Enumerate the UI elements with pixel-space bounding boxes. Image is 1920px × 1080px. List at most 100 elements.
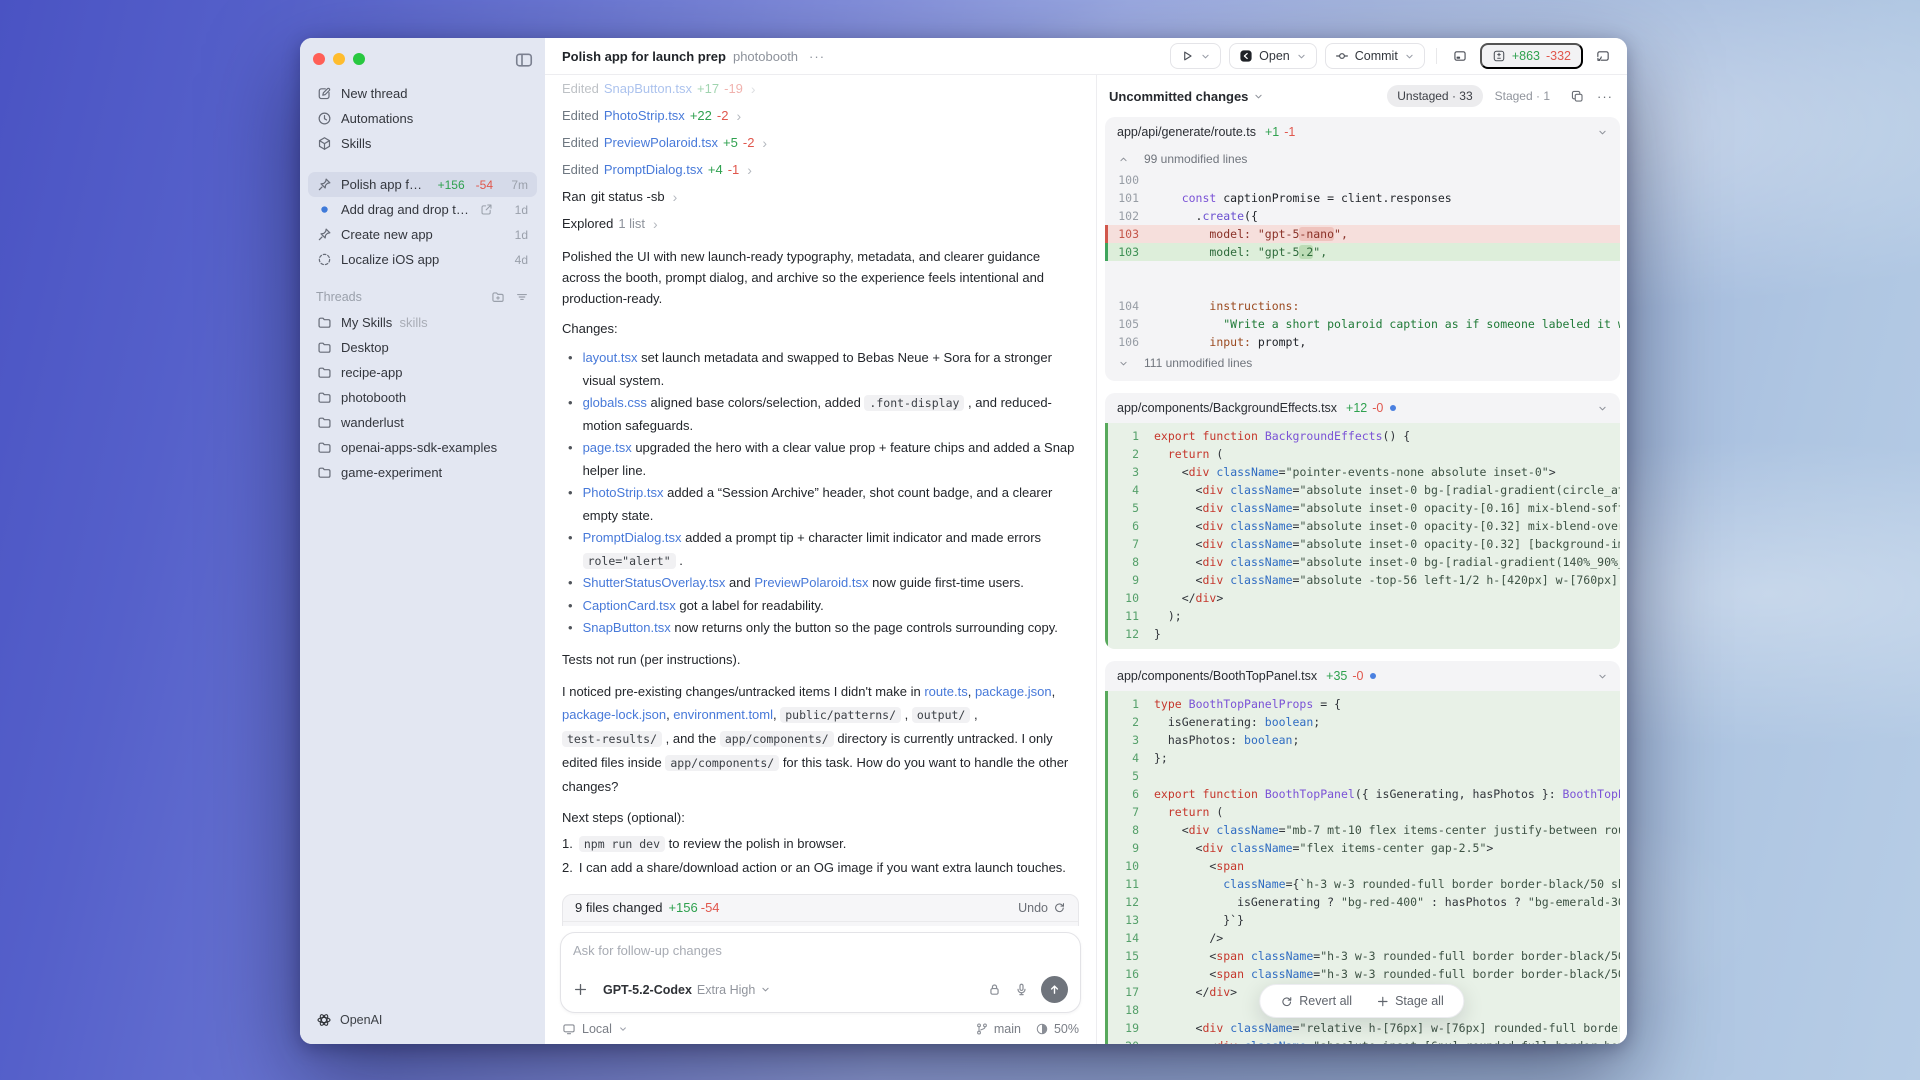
environment-picker[interactable]: Local	[562, 1022, 628, 1036]
sidebar-menu: New threadAutomationsSkills	[300, 81, 545, 156]
inline-code: role="alert"	[583, 553, 676, 569]
file-link[interactable]: PhotoStrip.tsx	[604, 108, 685, 123]
activity-row[interactable]: Rangit status -sb›	[562, 183, 1079, 210]
diff-file-deletions: -0	[1372, 401, 1383, 415]
send-button[interactable]	[1041, 976, 1068, 1003]
diff-file-header[interactable]: app/api/generate/route.ts+1-1	[1105, 117, 1620, 147]
minimize-window-button[interactable]	[333, 53, 345, 65]
play-icon	[1180, 49, 1194, 63]
modified-dot	[1370, 673, 1376, 679]
copy-icon[interactable]	[1570, 89, 1585, 104]
activity-row[interactable]: EditedPreviewPolaroid.tsx+5-2›	[562, 129, 1079, 156]
file-link[interactable]: PhotoStrip.tsx	[583, 485, 664, 500]
untracked-notice: I noticed pre-existing changes/untracked…	[562, 680, 1079, 798]
filter-icon[interactable]	[515, 290, 529, 304]
diff-stats-badge[interactable]: +863 -332	[1480, 43, 1583, 69]
stage-all-button[interactable]: Stage all	[1366, 990, 1454, 1012]
file-link[interactable]: CaptionCard.tsx	[583, 598, 676, 613]
tab-staged[interactable]: Staged · 1	[1485, 85, 1560, 107]
folder-item[interactable]: wanderlust	[308, 410, 537, 435]
diff-panel-menu-icon[interactable]: ···	[1597, 89, 1613, 104]
file-link[interactable]: environment.toml	[673, 707, 773, 722]
line-number: 105	[1105, 317, 1139, 331]
text-segment: , and the	[662, 731, 720, 746]
file-link[interactable]: layout.tsx	[583, 350, 638, 365]
diff-panel-title[interactable]: Uncommitted changes	[1109, 89, 1248, 104]
file-link[interactable]: ShutterStatusOverlay.tsx	[583, 575, 726, 590]
chevron-down-icon	[1597, 671, 1608, 682]
diff-file-list[interactable]: app/api/generate/route.ts+1-199 unmodifi…	[1097, 115, 1627, 1044]
file-link[interactable]: PreviewPolaroid.tsx	[754, 575, 868, 590]
tab-unstaged[interactable]: Unstaged · 33	[1387, 85, 1482, 107]
unmodified-lines-toggle[interactable]: 99 unmodified lines	[1105, 147, 1620, 171]
folder-label: photobooth	[341, 390, 528, 405]
revert-all-label: Revert all	[1299, 994, 1352, 1008]
file-link[interactable]: SnapButton.tsx	[583, 620, 671, 635]
code-line: 19 <div className="relative h-[76px] w-[…	[1108, 1019, 1620, 1037]
share-screen-icon[interactable]	[1591, 44, 1615, 68]
file-link[interactable]: package-lock.json	[562, 707, 666, 722]
folder-icon	[317, 440, 332, 455]
chat-column: EditedSnapButton.tsx+17-19›EditedPhotoSt…	[545, 75, 1097, 1044]
text-segment: ,	[901, 707, 912, 722]
new-folder-icon[interactable]	[491, 290, 505, 304]
files-changed-card: 9 files changed+156-54Undoapp/components…	[562, 894, 1079, 927]
sidebar-item-skills[interactable]: Skills	[308, 131, 537, 156]
folder-item[interactable]: Desktop	[308, 335, 537, 360]
folder-item[interactable]: My Skills skills	[308, 310, 537, 335]
account-footer[interactable]: OpenAI	[300, 1012, 545, 1044]
activity-row[interactable]: EditedPhotoStrip.tsx+22-2›	[562, 102, 1079, 129]
thread-item[interactable]: Create new app1d	[308, 222, 537, 247]
undo-button[interactable]: Undo	[1018, 901, 1066, 915]
line-number: 102	[1105, 209, 1139, 223]
dictate-button[interactable]	[1014, 982, 1029, 997]
sidebar-item-new-thread[interactable]: New thread	[308, 81, 537, 106]
diff-file-header[interactable]: app/components/BackgroundEffects.tsx+12-…	[1105, 393, 1620, 423]
thread-item[interactable]: Localize iOS app4d	[308, 247, 537, 272]
microphone-icon	[1014, 982, 1029, 997]
bullet-text: PhotoStrip.tsx added a “Session Archive”…	[583, 482, 1079, 527]
code-line: 105 "Write a short polaroid caption as i…	[1105, 315, 1620, 333]
attach-button[interactable]	[573, 982, 588, 997]
diff-file-path: app/components/BoothTopPanel.tsx	[1117, 669, 1317, 683]
diff-file-header[interactable]: app/components/BoothTopPanel.tsx+35-0	[1105, 661, 1620, 691]
line-content: isGenerating ? "bg-red-400" : hasPhotos …	[1154, 895, 1620, 909]
sidebar-item-automations[interactable]: Automations	[308, 106, 537, 131]
context-usage-indicator[interactable]: 50%	[1035, 1022, 1079, 1036]
run-button[interactable]	[1170, 43, 1221, 69]
file-link[interactable]: route.ts	[924, 684, 967, 699]
model-picker[interactable]: GPT-5.2-Codex Extra High	[603, 983, 771, 997]
activity-row[interactable]: Explored1 list›	[562, 210, 1079, 237]
zoom-window-button[interactable]	[353, 53, 365, 65]
thread-label: Polish app for launch prep	[341, 177, 429, 192]
composer-input[interactable]	[573, 943, 1068, 958]
git-branch-indicator[interactable]: main	[975, 1022, 1021, 1036]
folder-item[interactable]: game-experiment	[308, 460, 537, 485]
folder-item[interactable]: recipe-app	[308, 360, 537, 385]
thread-item[interactable]: Polish app for launch prep+156-547m	[308, 172, 537, 197]
file-link[interactable]: PromptDialog.tsx	[604, 162, 703, 177]
sidebar-toggle-icon[interactable]	[513, 50, 535, 70]
open-button[interactable]: Open	[1229, 43, 1317, 69]
activity-verb: Explored	[562, 216, 613, 231]
file-link[interactable]: PromptDialog.tsx	[583, 530, 682, 545]
commit-button[interactable]: Commit	[1325, 43, 1425, 69]
unmodified-lines-toggle[interactable]: 111 unmodified lines	[1105, 351, 1620, 375]
chat-transcript[interactable]: EditedSnapButton.tsx+17-19›EditedPhotoSt…	[545, 75, 1096, 926]
file-link[interactable]: page.tsx	[583, 440, 632, 455]
activity-row[interactable]: EditedSnapButton.tsx+17-19›	[562, 75, 1079, 102]
close-window-button[interactable]	[313, 53, 325, 65]
file-link[interactable]: PreviewPolaroid.tsx	[604, 135, 718, 150]
folder-item[interactable]: photobooth	[308, 385, 537, 410]
thread-menu-icon[interactable]: ···	[809, 49, 825, 64]
revert-all-button[interactable]: Revert all	[1270, 990, 1362, 1012]
privacy-lock-button[interactable]	[987, 982, 1002, 997]
changed-file-row[interactable]: app/components/CaptionCard.tsx+5-2	[563, 921, 1078, 927]
activity-row[interactable]: EditedPromptDialog.tsx+4-1›	[562, 156, 1079, 183]
file-link[interactable]: package.json	[975, 684, 1052, 699]
file-link[interactable]: globals.css	[583, 395, 647, 410]
folder-item[interactable]: openai-apps-sdk-examples	[308, 435, 537, 460]
panel-layout-icon[interactable]	[1448, 44, 1472, 68]
thread-item[interactable]: Add drag and drop to gallery phot...1d	[308, 197, 537, 222]
file-link[interactable]: SnapButton.tsx	[604, 81, 692, 96]
